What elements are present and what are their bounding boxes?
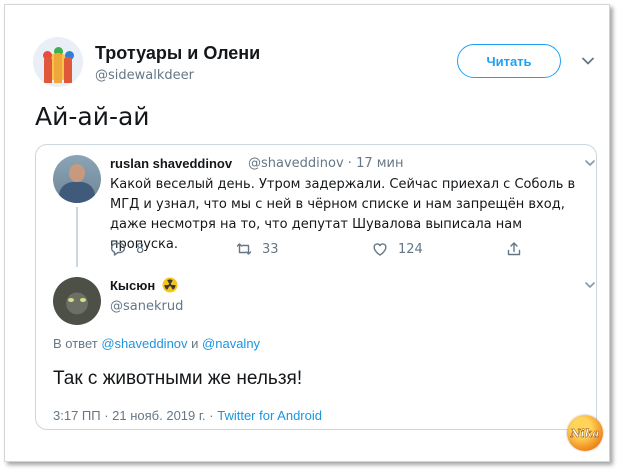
timestamp[interactable]: 3:17 ПП · 21 нояб. 2019 г. · — [53, 408, 214, 423]
reply-author-avatar[interactable] — [53, 277, 101, 325]
watermark-logo-icon: Nika — [570, 427, 600, 440]
caret-down-icon[interactable] — [584, 157, 596, 169]
retweet-count: 33 — [262, 241, 279, 257]
follow-button[interactable]: Читать — [457, 44, 561, 78]
account-avatar[interactable] — [33, 37, 83, 87]
retweet-action[interactable]: 33 — [236, 239, 279, 259]
reply-and: и — [191, 336, 199, 351]
like-action[interactable]: 124 — [372, 239, 423, 259]
reply-icon — [110, 242, 126, 256]
like-icon — [373, 243, 387, 256]
share-icon — [507, 242, 521, 256]
reply-author-handle[interactable]: @sanekrud — [110, 299, 183, 314]
quoted-author-avatar[interactable] — [53, 155, 101, 203]
share-action[interactable] — [506, 239, 522, 259]
site-watermark-logo: Nika — [567, 415, 603, 451]
client-link[interactable]: Twitter for Android — [217, 408, 322, 423]
svg-text:Nika: Nika — [570, 427, 599, 440]
radiation-badge-icon — [162, 277, 178, 293]
reply-author-name[interactable]: Кысюн — [110, 278, 155, 293]
reply-prefix: В ответ — [53, 336, 98, 351]
mention-link[interactable]: @shaveddinov — [101, 336, 187, 351]
account-name[interactable]: Тротуары и Олени — [95, 43, 260, 64]
quoted-author-handle[interactable]: @shaveddinov · 17 мин — [248, 156, 404, 171]
quoted-author-name[interactable]: ruslan shaveddinov — [110, 156, 232, 171]
quoted-thread[interactable]: ruslan shaveddinov @shaveddinov · 17 мин… — [35, 144, 597, 430]
tweet-actions: 8 33 124 — [110, 239, 530, 259]
tweet-header: Тротуары и Олени @sidewalkdeer Читать — [33, 37, 603, 93]
like-count: 124 — [398, 241, 423, 257]
reply-context: В ответ @shaveddinov и @navalny — [53, 336, 260, 351]
reply-count: 8 — [136, 241, 145, 257]
account-handle[interactable]: @sidewalkdeer — [95, 68, 194, 83]
mention-link[interactable]: @navalny — [202, 336, 260, 351]
reply-action[interactable]: 8 — [110, 239, 144, 259]
reply-meta: 3:17 ПП · 21 нояб. 2019 г. · Twitter for… — [53, 408, 322, 423]
caret-down-icon[interactable] — [584, 279, 596, 291]
retweet-icon — [236, 243, 252, 255]
tweet-card: Тротуары и Олени @sidewalkdeer Читать Ай… — [4, 4, 610, 462]
tweet-text: Ай-ай-ай — [35, 102, 150, 131]
reply-text: Так с животными же нельзя! — [53, 368, 303, 389]
thread-connector — [76, 207, 78, 267]
caret-down-icon[interactable] — [581, 54, 595, 68]
